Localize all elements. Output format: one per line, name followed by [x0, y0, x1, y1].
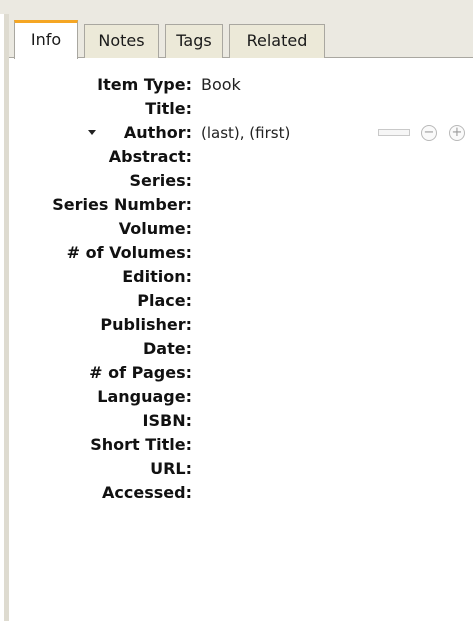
- series-number-label: Series Number:: [52, 195, 192, 214]
- url-label: URL:: [150, 459, 192, 478]
- field-row-publisher: Publisher:: [9, 313, 473, 337]
- field-row-date: Date:: [9, 337, 473, 361]
- num-pages-label: # of Pages:: [89, 363, 192, 382]
- plus-circle-icon[interactable]: +: [449, 125, 465, 141]
- language-label: Language:: [97, 387, 192, 406]
- window-top-band: [0, 0, 473, 14]
- tab-tags[interactable]: Tags: [165, 24, 223, 58]
- tab-strip: Info Notes Tags Related: [9, 14, 473, 59]
- tab-info[interactable]: Info: [14, 20, 78, 59]
- field-row-edition: Edition:: [9, 265, 473, 289]
- field-row-item-type: Item Type: Book: [9, 73, 473, 97]
- info-pane: Item Type: Book Title: Author: (last), (…: [9, 58, 473, 621]
- num-volumes-label: # of Volumes:: [66, 243, 192, 262]
- place-label: Place:: [137, 291, 192, 310]
- creator-field-mode-toggle[interactable]: [378, 129, 410, 136]
- abstract-label: Abstract:: [108, 147, 192, 166]
- date-label: Date:: [143, 339, 192, 358]
- publisher-label: Publisher:: [100, 315, 192, 334]
- field-row-abstract: Abstract:: [9, 145, 473, 169]
- triangle-down-icon[interactable]: [88, 130, 96, 135]
- field-row-num-volumes: # of Volumes:: [9, 241, 473, 265]
- isbn-label: ISBN:: [142, 411, 192, 430]
- field-row-title: Title:: [9, 97, 473, 121]
- item-type-label: Item Type:: [97, 75, 192, 94]
- minus-circle-icon[interactable]: −: [421, 125, 437, 141]
- short-title-label: Short Title:: [90, 435, 192, 454]
- field-row-short-title: Short Title:: [9, 433, 473, 457]
- field-row-series-number: Series Number:: [9, 193, 473, 217]
- field-row-author: Author: (last), (first) − +: [9, 121, 473, 145]
- field-row-url: URL:: [9, 457, 473, 481]
- field-row-num-pages: # of Pages:: [9, 361, 473, 385]
- edition-label: Edition:: [122, 267, 192, 286]
- volume-label: Volume:: [118, 219, 192, 238]
- field-row-place: Place:: [9, 289, 473, 313]
- tab-related[interactable]: Related: [229, 24, 325, 58]
- series-label: Series:: [129, 171, 192, 190]
- field-row-language: Language:: [9, 385, 473, 409]
- author-label[interactable]: Author:: [124, 121, 192, 145]
- field-row-series: Series:: [9, 169, 473, 193]
- accessed-label: Accessed:: [102, 483, 192, 502]
- tab-notes[interactable]: Notes: [84, 24, 159, 58]
- item-type-value[interactable]: Book: [201, 73, 241, 97]
- author-value[interactable]: (last), (first): [201, 121, 290, 145]
- field-row-isbn: ISBN:: [9, 409, 473, 433]
- field-row-accessed: Accessed:: [9, 481, 473, 505]
- field-row-volume: Volume:: [9, 217, 473, 241]
- title-label: Title:: [145, 99, 192, 118]
